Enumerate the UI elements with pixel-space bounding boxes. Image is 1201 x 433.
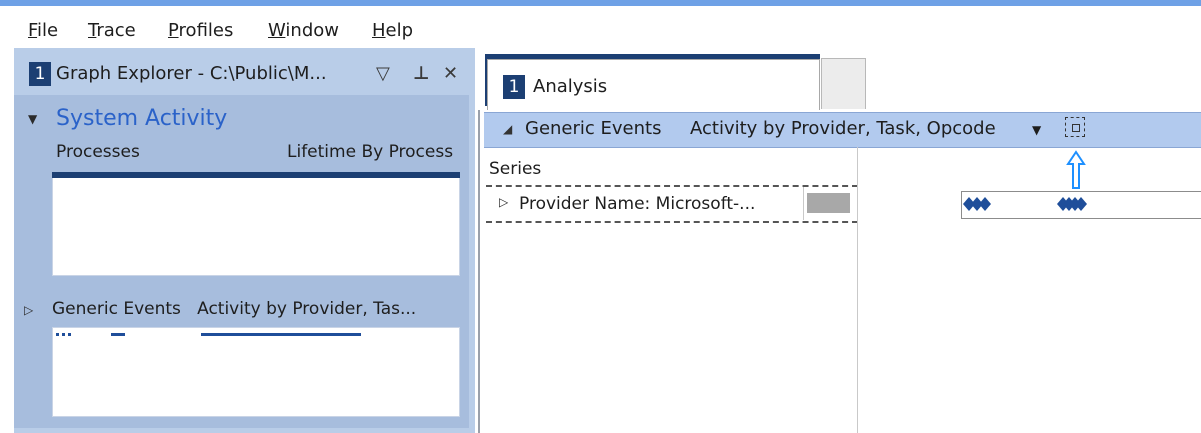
column-separator[interactable] [803, 187, 804, 220]
analysis-tab-number: 1 [503, 75, 525, 99]
menu-window[interactable]: Window [268, 20, 339, 42]
left-edge [0, 48, 14, 433]
processes-preset: Lifetime By Process [287, 142, 454, 162]
close-icon[interactable]: ✕ [443, 62, 458, 86]
graph-options-icon[interactable] [1065, 117, 1085, 137]
preset-dropdown-icon[interactable]: ▼ [1032, 123, 1041, 137]
generic-events-thumbnail[interactable] [52, 327, 460, 417]
menu-profiles[interactable]: Profiles [168, 20, 233, 42]
pane-dropdown-icon[interactable]: ▽ [376, 62, 390, 86]
collapsed-arrow-icon[interactable]: ▷ [24, 303, 33, 317]
generic-events-preset: Activity by Provider, Tas... [197, 299, 417, 319]
tab-overflow[interactable] [821, 58, 866, 109]
generic-events-label: Generic Events Activity by Provider, Tas… [52, 299, 416, 319]
menu-file[interactable]: File [28, 20, 58, 42]
pin-icon[interactable]: ⊥ [413, 62, 429, 86]
graph-explorer-number: 1 [29, 62, 51, 86]
series-color-swatch[interactable] [807, 193, 850, 213]
menu-help[interactable]: Help [372, 20, 413, 42]
generic-events-sparkline [56, 333, 361, 336]
graph-name: Generic Events [525, 118, 662, 139]
generic-events-name: Generic Events [52, 299, 181, 319]
event-diamonds [1057, 197, 1087, 211]
event-diamonds [963, 197, 991, 211]
processes-graph-name: Processes [56, 142, 140, 162]
graph-explorer-title: Graph Explorer - C:\Public\M... [56, 63, 327, 84]
processes-thumbnail[interactable] [52, 172, 460, 276]
collapse-icon[interactable]: ◢ [503, 122, 512, 136]
column-separator[interactable] [857, 147, 858, 433]
callout-up-arrow-icon [1066, 150, 1086, 189]
grid-divider [486, 221, 858, 223]
menu-trace[interactable]: Trace [88, 20, 136, 42]
menu-bar: File Trace Profiles Window Help [0, 6, 1201, 48]
expand-row-icon[interactable]: ▷ [499, 195, 508, 209]
preset-selector[interactable]: Activity by Provider, Task, Opcode [690, 118, 996, 139]
series-column-header[interactable]: Series [489, 159, 541, 179]
processes-thumbnail-bar [52, 172, 460, 178]
expand-arrow-icon[interactable]: ▼ [28, 112, 37, 126]
analysis-view [478, 110, 1201, 433]
series-row-label[interactable]: Provider Name: Microsoft-... [519, 194, 755, 214]
system-activity-title[interactable]: System Activity [56, 106, 227, 131]
analysis-tab-title: Analysis [533, 76, 608, 97]
